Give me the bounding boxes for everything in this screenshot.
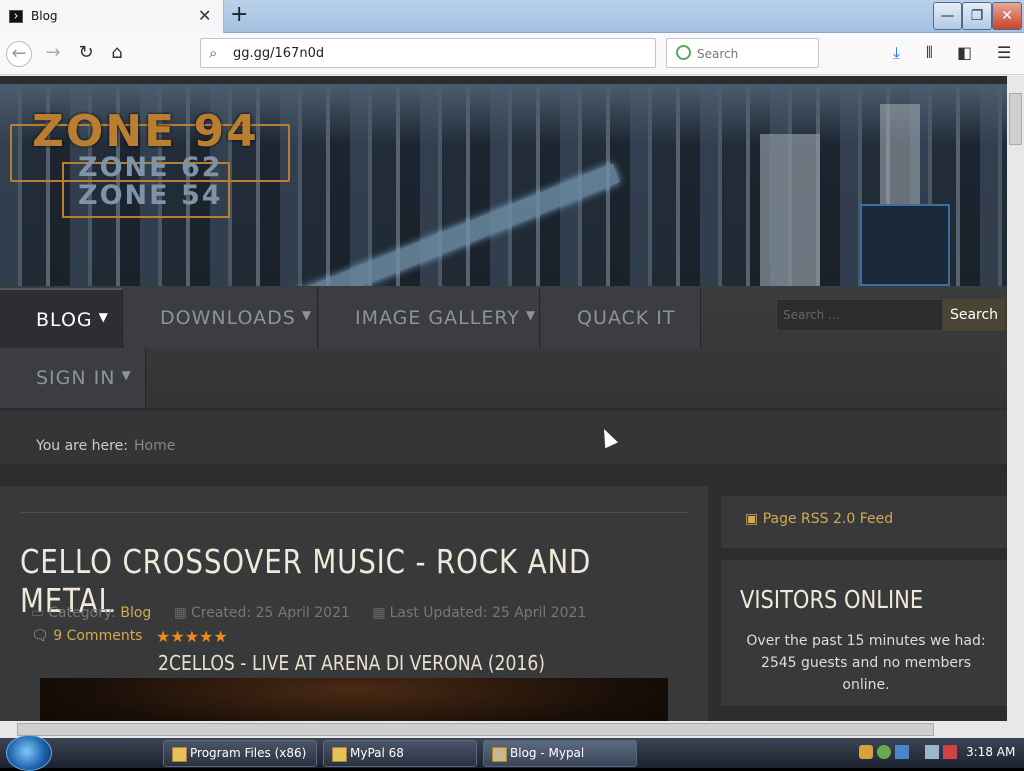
comments-link[interactable]: 🗨 9 Comments — [31, 628, 142, 644]
created-date: Created: 25 April 2021 — [190, 605, 350, 621]
calendar-icon: ▦ — [173, 605, 187, 621]
address-bar[interactable]: ⌕ gg.gg/167n0d — [200, 38, 656, 68]
security-shield-icon[interactable] — [859, 745, 873, 759]
menu-item-label: BLOG — [36, 309, 93, 331]
video-title: 2CELLOS - LIVE AT ARENA DI VERONA (2016) — [158, 651, 546, 675]
header-banner: ZONE 94 ZONE 62 ZONE 54 — [0, 84, 1007, 286]
article: CELLO CROSSOVER MUSIC - ROCK AND METAL ▭… — [0, 486, 708, 721]
user-icon[interactable] — [877, 745, 891, 759]
comment-icon: 🗨 — [31, 628, 49, 644]
url-text[interactable]: gg.gg/167n0d — [233, 46, 324, 61]
scrollbar-thumb[interactable] — [1009, 93, 1022, 145]
breadcrumb-label: You are here: — [36, 438, 128, 454]
site-logo[interactable]: ZONE 94 ZONE 62 ZONE 54 — [10, 106, 292, 256]
taskbar-item-blog-mypal[interactable]: Blog - Mypal — [483, 740, 637, 767]
monitor-icon[interactable] — [925, 745, 939, 759]
site-search-button[interactable]: Search — [943, 299, 1005, 331]
taskbar-item-mypal[interactable]: MyPal 68 — [323, 740, 477, 767]
article-meta: ▭ Category: Blog ▦ Created: 25 April 2021 … — [31, 605, 586, 621]
banner-billboard — [860, 204, 950, 286]
sidebar-icon[interactable]: ◧ — [957, 43, 972, 62]
tab-blog[interactable]: Blog ✕ — [0, 0, 224, 33]
scrollbar-thumb[interactable] — [17, 723, 934, 736]
rss-module: ▣ Page RSS 2.0 Feed — [721, 496, 1007, 548]
video-player[interactable] — [40, 678, 668, 721]
menu-item-downloads[interactable]: DOWNLOADS ▼ — [124, 288, 318, 348]
new-tab-button[interactable]: + — [230, 2, 248, 27]
logo-primary-text: ZONE 94 — [32, 106, 259, 157]
taskbar-item-program-files[interactable]: Program Files (x86) — [163, 740, 317, 767]
page-content: ZONE 94 ZONE 62 ZONE 54 BLOG ▼ DOWNLOADS ▼… — [0, 76, 1007, 721]
menu-item-image-gallery[interactable]: IMAGE GALLERY ▼ — [319, 288, 540, 348]
logo-secondary-text: ZONE 54 — [78, 180, 223, 211]
category-link[interactable]: Blog — [120, 605, 151, 621]
clock[interactable]: 3:18 AM — [966, 745, 1015, 759]
visitors-module: VISITORS ONLINE Over the past 15 minutes… — [721, 560, 1007, 706]
banner-monorail — [260, 163, 620, 286]
visitors-text: Over the past 15 minutes we had: 2545 gu… — [746, 633, 986, 693]
forward-button[interactable]: → — [40, 41, 66, 67]
close-window-button[interactable]: ✕ — [992, 2, 1022, 30]
browser-window: Blog ✕ + — ❐ ✕ ← → ↻ ⌂ ⌕ gg.gg/167n0d Se… — [0, 0, 1024, 738]
search-icon: ⌕ — [209, 44, 218, 62]
vertical-scrollbar[interactable] — [1007, 76, 1024, 721]
rss-feed-label: Page RSS 2.0 Feed — [762, 511, 894, 527]
maximize-button[interactable]: ❐ — [962, 2, 992, 30]
home-button[interactable]: ⌂ — [104, 41, 130, 67]
caret-down-icon: ▼ — [525, 308, 537, 322]
visitors-heading: VISITORS ONLINE — [740, 585, 924, 614]
comments-count: 9 Comments — [53, 628, 143, 644]
caret-down-icon: ▼ — [98, 310, 109, 324]
library-icon[interactable]: ⫴ — [926, 43, 933, 63]
tab-bar: Blog ✕ + — ❐ ✕ — [0, 0, 1024, 33]
rating-stars[interactable]: ★★★★★ — [156, 627, 228, 646]
reload-button[interactable]: ↻ — [73, 41, 99, 67]
caret-down-icon: ▼ — [301, 308, 313, 322]
menu-item-label: IMAGE GALLERY — [355, 307, 520, 329]
menu-item-label: DOWNLOADS — [160, 307, 296, 329]
rss-icon: ▣ — [745, 511, 759, 527]
download-icon[interactable]: ⤓ — [893, 43, 900, 63]
scrollbar-corner — [1007, 721, 1024, 738]
network-icon[interactable] — [895, 745, 909, 759]
site-search-placeholder: Search ... — [783, 308, 840, 322]
banner-building — [760, 134, 820, 286]
caret-down-icon: ▼ — [121, 368, 132, 382]
search-engine-icon — [676, 45, 691, 60]
folder-icon: ▭ — [31, 605, 45, 621]
calendar-icon: ▦ — [372, 605, 386, 621]
rss-feed-link[interactable]: ▣ Page RSS 2.0 Feed — [745, 511, 893, 527]
volume-muted-icon[interactable] — [943, 745, 957, 759]
menu-item-sign-in[interactable]: SIGN IN ▼ — [0, 348, 146, 408]
breadcrumb-home: Home — [134, 438, 176, 454]
back-button[interactable]: ← — [6, 41, 32, 67]
logo-secondary-text: ZONE 62 — [78, 152, 223, 183]
navigation-toolbar: ← → ↻ ⌂ ⌕ gg.gg/167n0d Search ⤓ ⫴ ◧ ☰ — [0, 33, 1024, 75]
start-button[interactable] — [6, 735, 52, 771]
menu-item-quack-it[interactable]: QUACK IT — [541, 288, 701, 348]
site-search-input[interactable]: Search ... — [776, 299, 943, 331]
minimize-button[interactable]: — — [933, 2, 962, 30]
taskbar: Program Files (x86) MyPal 68 Blog - Mypa… — [0, 735, 1024, 771]
search-placeholder: Search — [697, 47, 739, 61]
menu-item-label: QUACK IT — [577, 307, 676, 329]
updated-date: Last Updated: 25 April 2021 — [389, 605, 587, 621]
horizontal-scrollbar[interactable] — [0, 721, 1007, 738]
breadcrumb: You are here: Home — [0, 408, 1007, 472]
divider — [20, 512, 689, 513]
tab-close-icon[interactable]: ✕ — [198, 6, 211, 25]
search-input[interactable]: Search — [666, 38, 819, 68]
tab-title: Blog — [31, 9, 58, 23]
menu-item-blog[interactable]: BLOG ▼ — [0, 288, 123, 348]
menu-item-label: SIGN IN — [36, 367, 116, 389]
terminal-favicon-icon — [9, 10, 23, 23]
hamburger-menu-icon[interactable]: ☰ — [997, 43, 1011, 62]
category-label: Category: — [48, 605, 116, 621]
